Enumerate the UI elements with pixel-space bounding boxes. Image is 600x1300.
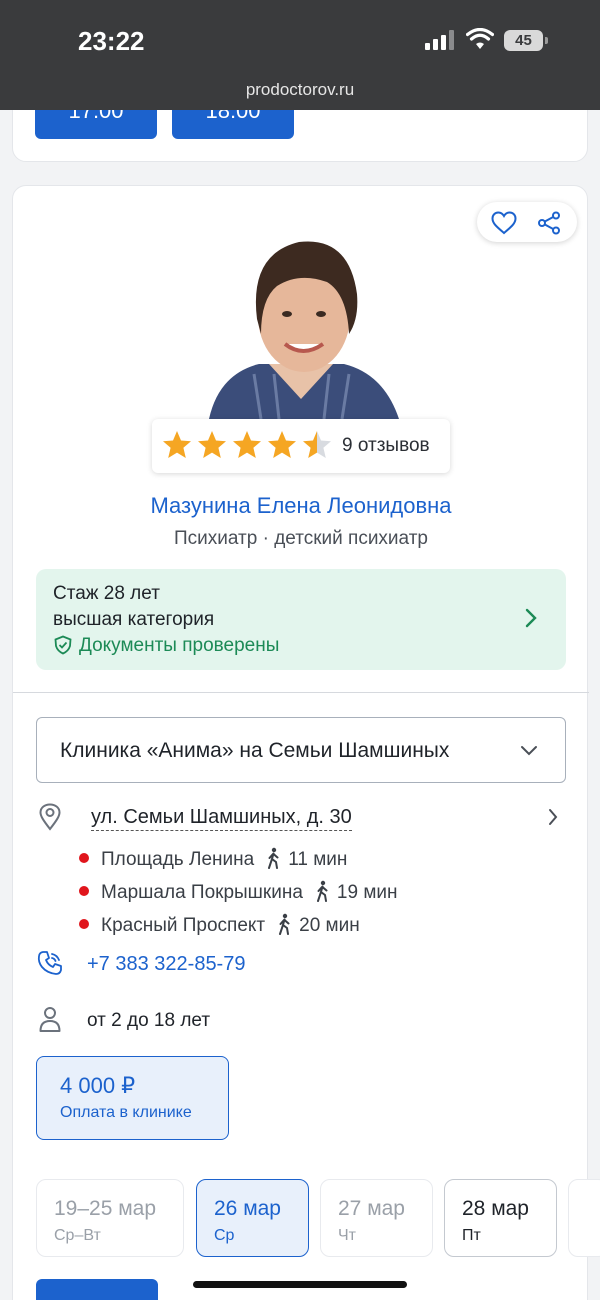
status-bar: 23:22 45 prodoctorov.ru xyxy=(0,0,600,110)
doctor-photo[interactable] xyxy=(199,224,404,419)
doctor-specialty: Психиатр · детский психиатр xyxy=(174,528,428,549)
metro-walk-time: 20 мин xyxy=(299,915,360,936)
signal-icon xyxy=(425,30,454,50)
metro-walk-time: 11 мин xyxy=(288,849,348,870)
battery-level: 45 xyxy=(504,30,543,51)
day-label: Ср xyxy=(214,1227,235,1244)
favorite-heart-icon[interactable] xyxy=(491,211,517,235)
chevron-down-icon xyxy=(521,746,537,756)
date-tab-partial[interactable] xyxy=(568,1179,600,1257)
rating-badge[interactable]: 9 отзывов xyxy=(152,419,450,473)
date-label: 27 мар xyxy=(338,1197,405,1220)
day-label: Ср–Вт xyxy=(54,1227,101,1244)
verified-row: Документы проверены xyxy=(53,635,279,657)
experience-text: Стаж 28 лет xyxy=(53,583,160,604)
metro-station: Красный Проспект 20 мин xyxy=(79,913,360,939)
battery-icon: 45 xyxy=(504,30,548,51)
date-tab[interactable]: 28 мар Пт xyxy=(444,1179,557,1257)
walking-person-icon xyxy=(279,913,290,935)
divider xyxy=(13,692,589,693)
date-label: 28 мар xyxy=(462,1197,529,1220)
time-slot-button[interactable] xyxy=(36,1279,158,1300)
doctor-card: 9 отзывов Мазунина Елена Леонидовна Псих… xyxy=(12,185,600,1300)
price-option[interactable]: 4 000 ₽ Оплата в клинике xyxy=(36,1056,229,1140)
clinic-select[interactable]: Клиника «Анима» на Семьи Шамшиных xyxy=(36,717,566,783)
metro-walk-time: 19 мин xyxy=(336,882,398,903)
metro-name: Красный Проспект xyxy=(101,915,266,936)
star-icon xyxy=(268,431,296,458)
chevron-right-icon[interactable] xyxy=(547,808,559,826)
rating-stars xyxy=(163,431,331,458)
star-icon xyxy=(163,431,191,458)
home-indicator xyxy=(193,1281,407,1288)
location-pin-icon xyxy=(39,803,61,831)
clinic-address[interactable]: ул. Семьи Шамшиных, д. 30 xyxy=(91,806,352,831)
chevron-right-icon xyxy=(525,608,537,628)
star-icon xyxy=(233,431,261,458)
person-icon xyxy=(39,1007,61,1032)
share-icon[interactable] xyxy=(537,211,561,235)
status-time: 23:22 xyxy=(78,26,145,56)
date-tab[interactable]: 27 мар Чт xyxy=(320,1179,433,1257)
metro-name: Площадь Ленина xyxy=(101,849,255,870)
card-actions xyxy=(477,202,577,242)
price-amount: 4 000 ₽ xyxy=(60,1073,136,1098)
doctor-name[interactable]: Мазунина Елена Леонидовна xyxy=(13,493,589,519)
price-note: Оплата в клинике xyxy=(60,1104,192,1121)
metro-dot-icon xyxy=(79,853,89,863)
metro-station: Маршала Покрышкина 19 мин xyxy=(79,880,398,906)
walking-person-icon xyxy=(316,880,328,902)
clinic-phone[interactable]: +7 383 322-85-79 xyxy=(87,953,245,976)
date-label: 26 мар xyxy=(214,1197,281,1220)
star-icon xyxy=(198,431,226,458)
metro-dot-icon xyxy=(79,886,89,896)
metro-dot-icon xyxy=(79,919,89,929)
star-half-icon xyxy=(303,431,331,458)
reviews-count[interactable]: 9 отзывов xyxy=(342,435,430,457)
day-label: Чт xyxy=(338,1227,356,1244)
metro-name: Маршала Покрышкина xyxy=(101,882,303,903)
date-tab[interactable]: 19–25 мар Ср–Вт xyxy=(36,1179,184,1257)
walking-person-icon xyxy=(268,847,279,869)
shield-check-icon xyxy=(54,635,72,655)
clinic-name: Клиника «Анима» на Семьи Шамшиных xyxy=(60,739,450,762)
date-label: 19–25 мар xyxy=(54,1197,157,1220)
metro-station: Площадь Ленина 11 мин xyxy=(79,847,347,873)
patient-ages: от 2 до 18 лет xyxy=(87,1010,211,1031)
date-tab-selected[interactable]: 26 мар Ср xyxy=(196,1179,309,1257)
day-label: Пт xyxy=(462,1227,481,1244)
phone-icon xyxy=(37,951,62,975)
category-text: высшая категория xyxy=(53,609,215,630)
wifi-icon xyxy=(466,28,494,49)
verified-text: Документы проверены xyxy=(79,635,280,656)
doctor-info-box[interactable]: Стаж 28 лет высшая категория Документы п… xyxy=(36,569,566,670)
url-bar[interactable]: prodoctorov.ru xyxy=(0,80,600,100)
